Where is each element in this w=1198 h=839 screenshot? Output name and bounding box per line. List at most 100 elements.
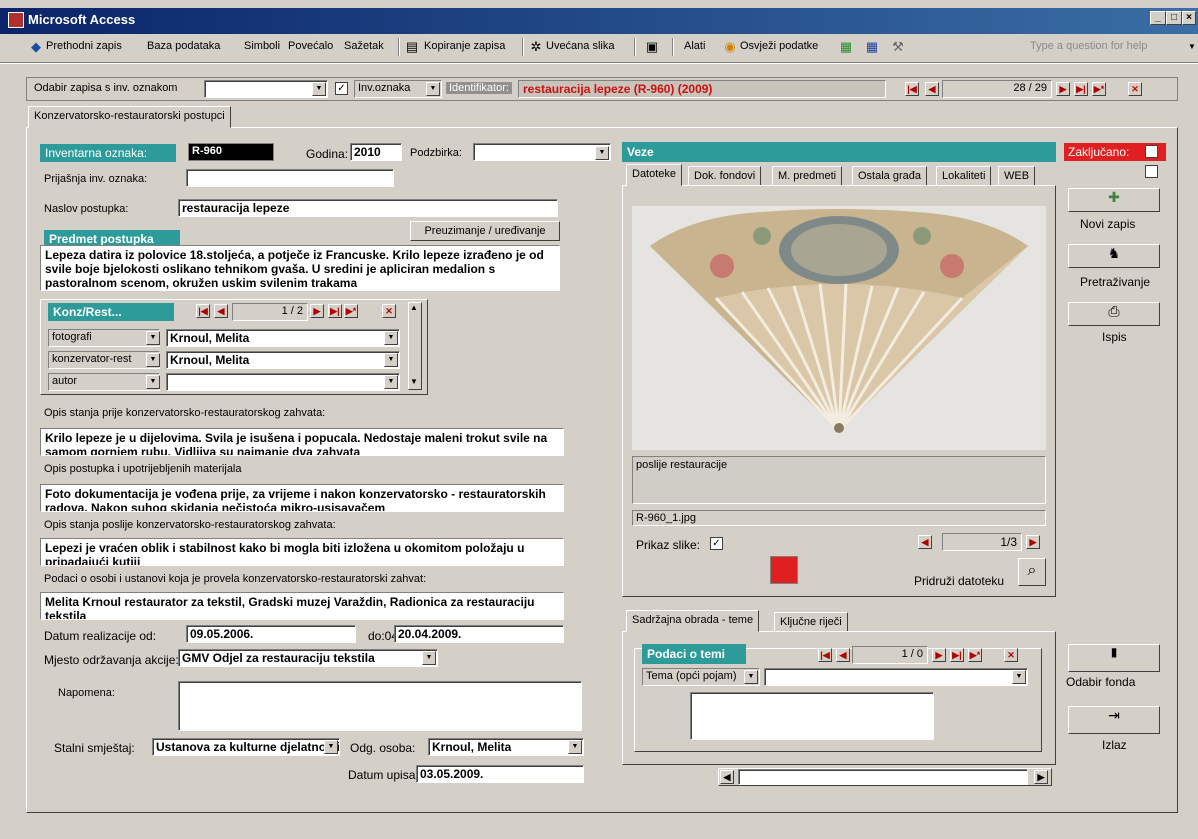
tab-konzervatorsko[interactable]: Konzervatorsko-restauratorski postupci xyxy=(28,106,231,128)
chevron-down-icon[interactable]: ▼ xyxy=(146,375,160,389)
last-record-icon[interactable]: ▶| xyxy=(328,304,342,318)
tab-m-predmeti[interactable]: M. predmeti xyxy=(772,166,843,186)
menu-alati[interactable]: Alati xyxy=(684,40,705,52)
chevron-down-icon[interactable]: ▼ xyxy=(422,651,436,665)
tab-datoteke[interactable]: Datoteke xyxy=(626,164,683,186)
help-search-input[interactable]: Type a question for help xyxy=(1030,40,1147,52)
copy-record-icon[interactable]: ▤ xyxy=(404,39,420,55)
menu-kopiranje-zapisa[interactable]: Kopiranje zapisa xyxy=(424,40,505,52)
previous-record-icon[interactable]: ◆ xyxy=(28,39,44,55)
datum-upisa-field[interactable]: 03.05.2009. xyxy=(416,765,584,783)
chevron-down-icon[interactable]: ▼ xyxy=(146,331,160,345)
tab-sadrzajna-obrada[interactable]: Sadržajna obrada - teme xyxy=(626,610,760,632)
chevron-down-icon[interactable]: ▼ xyxy=(384,353,398,367)
datum-do-field[interactable]: 20.04.2009. xyxy=(394,625,564,643)
opis-postupka-memo[interactable]: Foto dokumentacija je vođena prije, za v… xyxy=(40,484,564,512)
last-record-icon[interactable]: ▶| xyxy=(950,648,964,662)
last-record-icon[interactable]: ▶| xyxy=(1074,82,1088,96)
extra-checkbox[interactable] xyxy=(1145,165,1158,178)
napomena-memo[interactable] xyxy=(178,681,582,731)
podzbirka-combo[interactable] xyxy=(473,143,611,161)
tab-lokaliteti[interactable]: Lokaliteti xyxy=(936,166,992,186)
next-record-icon[interactable]: ▶ xyxy=(1056,82,1070,96)
word-icon[interactable]: ▦ xyxy=(864,39,880,55)
locked-checkbox[interactable] xyxy=(1145,145,1158,158)
magnify-image-icon[interactable]: ✲ xyxy=(528,39,544,55)
maximize-icon[interactable]: □ xyxy=(1166,11,1182,25)
odabir-fonda-label[interactable]: Odabir fonda xyxy=(1066,675,1135,689)
binoculars-icon[interactable]: ♞ xyxy=(1068,244,1160,268)
smjestaj-combo[interactable]: Ustanova za kulturne djelatnosti xyxy=(152,738,340,756)
record-selector-combo[interactable] xyxy=(204,80,328,98)
chevron-down-icon[interactable]: ▼ xyxy=(324,740,338,754)
menu-uvecana-slika[interactable]: Uvećana slika xyxy=(546,40,614,52)
close-icon[interactable]: × xyxy=(1182,11,1196,25)
godina-field[interactable]: 2010 xyxy=(350,143,402,161)
minimize-icon[interactable]: _ xyxy=(1150,11,1166,25)
new-record-icon[interactable]: ▶* xyxy=(344,304,358,318)
role-combo[interactable]: fotografi xyxy=(48,329,160,347)
help-dropdown-icon[interactable]: ▼ xyxy=(1188,42,1196,51)
next-image-icon[interactable]: ▶ xyxy=(1026,535,1040,549)
image-caption[interactable]: poslije restauracije xyxy=(632,456,1046,504)
role-combo[interactable]: autor xyxy=(48,373,160,391)
printer-icon[interactable]: ⎙ xyxy=(1068,302,1160,326)
preuzimanje-button[interactable]: Preuzimanje / uređivanje xyxy=(410,221,560,241)
inv-oznaka-checkbox[interactable]: ✓ xyxy=(335,82,348,95)
tab-ostala-grada[interactable]: Ostala građa xyxy=(852,166,927,186)
database-icon[interactable]: ▣ xyxy=(644,39,660,55)
person-combo[interactable] xyxy=(166,373,400,391)
tema-description[interactable] xyxy=(690,692,934,740)
prev-record-icon[interactable]: ◀ xyxy=(925,82,939,96)
excel-icon[interactable]: ▦ xyxy=(838,39,854,55)
menu-simboli[interactable]: Simboli xyxy=(244,40,280,52)
exit-icon[interactable]: ⇥ xyxy=(1068,706,1160,734)
new-record-icon[interactable]: ▶* xyxy=(968,648,982,662)
scroll-left-icon[interactable]: ◀ xyxy=(720,770,734,784)
search-icon[interactable]: ⌕ xyxy=(1018,558,1046,586)
first-record-icon[interactable]: |◀ xyxy=(196,304,210,318)
inv-oznaka-field[interactable]: R-960 xyxy=(188,143,274,161)
fond-icon[interactable]: ▮ xyxy=(1068,644,1160,672)
person-combo[interactable]: Krnoul, Melita xyxy=(166,351,400,369)
prev-image-icon[interactable]: ◀ xyxy=(918,535,932,549)
scroll-right-icon[interactable]: ▶ xyxy=(1034,770,1048,784)
chevron-down-icon[interactable]: ▼ xyxy=(146,353,160,367)
chevron-down-icon[interactable]: ▼ xyxy=(426,82,440,96)
prikaz-slike-checkbox[interactable]: ✓ xyxy=(710,537,723,550)
next-record-icon[interactable]: ▶ xyxy=(310,304,324,318)
mjesto-combo[interactable]: GMV Odjel za restauraciju tekstila xyxy=(178,649,438,667)
next-record-icon[interactable]: ▶ xyxy=(932,648,946,662)
menu-baza-podataka[interactable]: Baza podataka xyxy=(147,40,220,52)
delete-record-icon[interactable]: ✕ xyxy=(1128,82,1142,96)
naslov-field[interactable]: restauracija lepeze xyxy=(178,199,558,217)
izlaz-label[interactable]: Izlaz xyxy=(1102,738,1127,752)
prev-record-icon[interactable]: ◀ xyxy=(836,648,850,662)
chevron-down-icon[interactable]: ▼ xyxy=(1012,670,1026,684)
pretrazivanje-label[interactable]: Pretraživanje xyxy=(1080,275,1150,289)
chevron-down-icon[interactable]: ▼ xyxy=(384,331,398,345)
opis-prije-memo[interactable]: Krilo lepeze je u dijelovima. Svila je i… xyxy=(40,428,564,456)
first-record-icon[interactable]: |◀ xyxy=(905,82,919,96)
scroll-down-icon[interactable]: ▼ xyxy=(410,377,418,386)
role-combo[interactable]: konzervator-rest xyxy=(48,351,160,369)
delete-record-icon[interactable]: ✕ xyxy=(382,304,396,318)
chevron-down-icon[interactable]: ▼ xyxy=(744,670,758,684)
tab-web[interactable]: WEB xyxy=(998,166,1036,186)
odg-osoba-combo[interactable]: Krnoul, Melita xyxy=(428,738,584,756)
refresh-icon[interactable]: ◉ xyxy=(722,39,738,55)
tema-value-combo[interactable] xyxy=(764,668,1028,686)
datum-od-field[interactable]: 09.05.2006. xyxy=(186,625,356,643)
prijasnja-field[interactable] xyxy=(186,169,394,187)
chevron-down-icon[interactable]: ▼ xyxy=(595,146,609,160)
predmet-postupka-memo[interactable]: Lepeza datira iz polovice 18.stoljeća, a… xyxy=(40,245,560,291)
tab-kljucne-rijeci[interactable]: Ključne riječi xyxy=(774,612,848,632)
chevron-down-icon[interactable]: ▼ xyxy=(384,375,398,389)
scroll-track[interactable] xyxy=(738,769,1028,785)
delete-record-icon[interactable]: ✕ xyxy=(1004,648,1018,662)
new-record-icon[interactable]: ✚ xyxy=(1068,188,1160,212)
chevron-down-icon[interactable]: ▼ xyxy=(568,740,582,754)
chevron-down-icon[interactable]: ▼ xyxy=(312,82,326,96)
menu-osvjezi-podatke[interactable]: Osvježi podatke xyxy=(740,40,818,52)
opis-poslije-memo[interactable]: Lepezi je vraćen oblik i stabilnost kako… xyxy=(40,538,564,566)
